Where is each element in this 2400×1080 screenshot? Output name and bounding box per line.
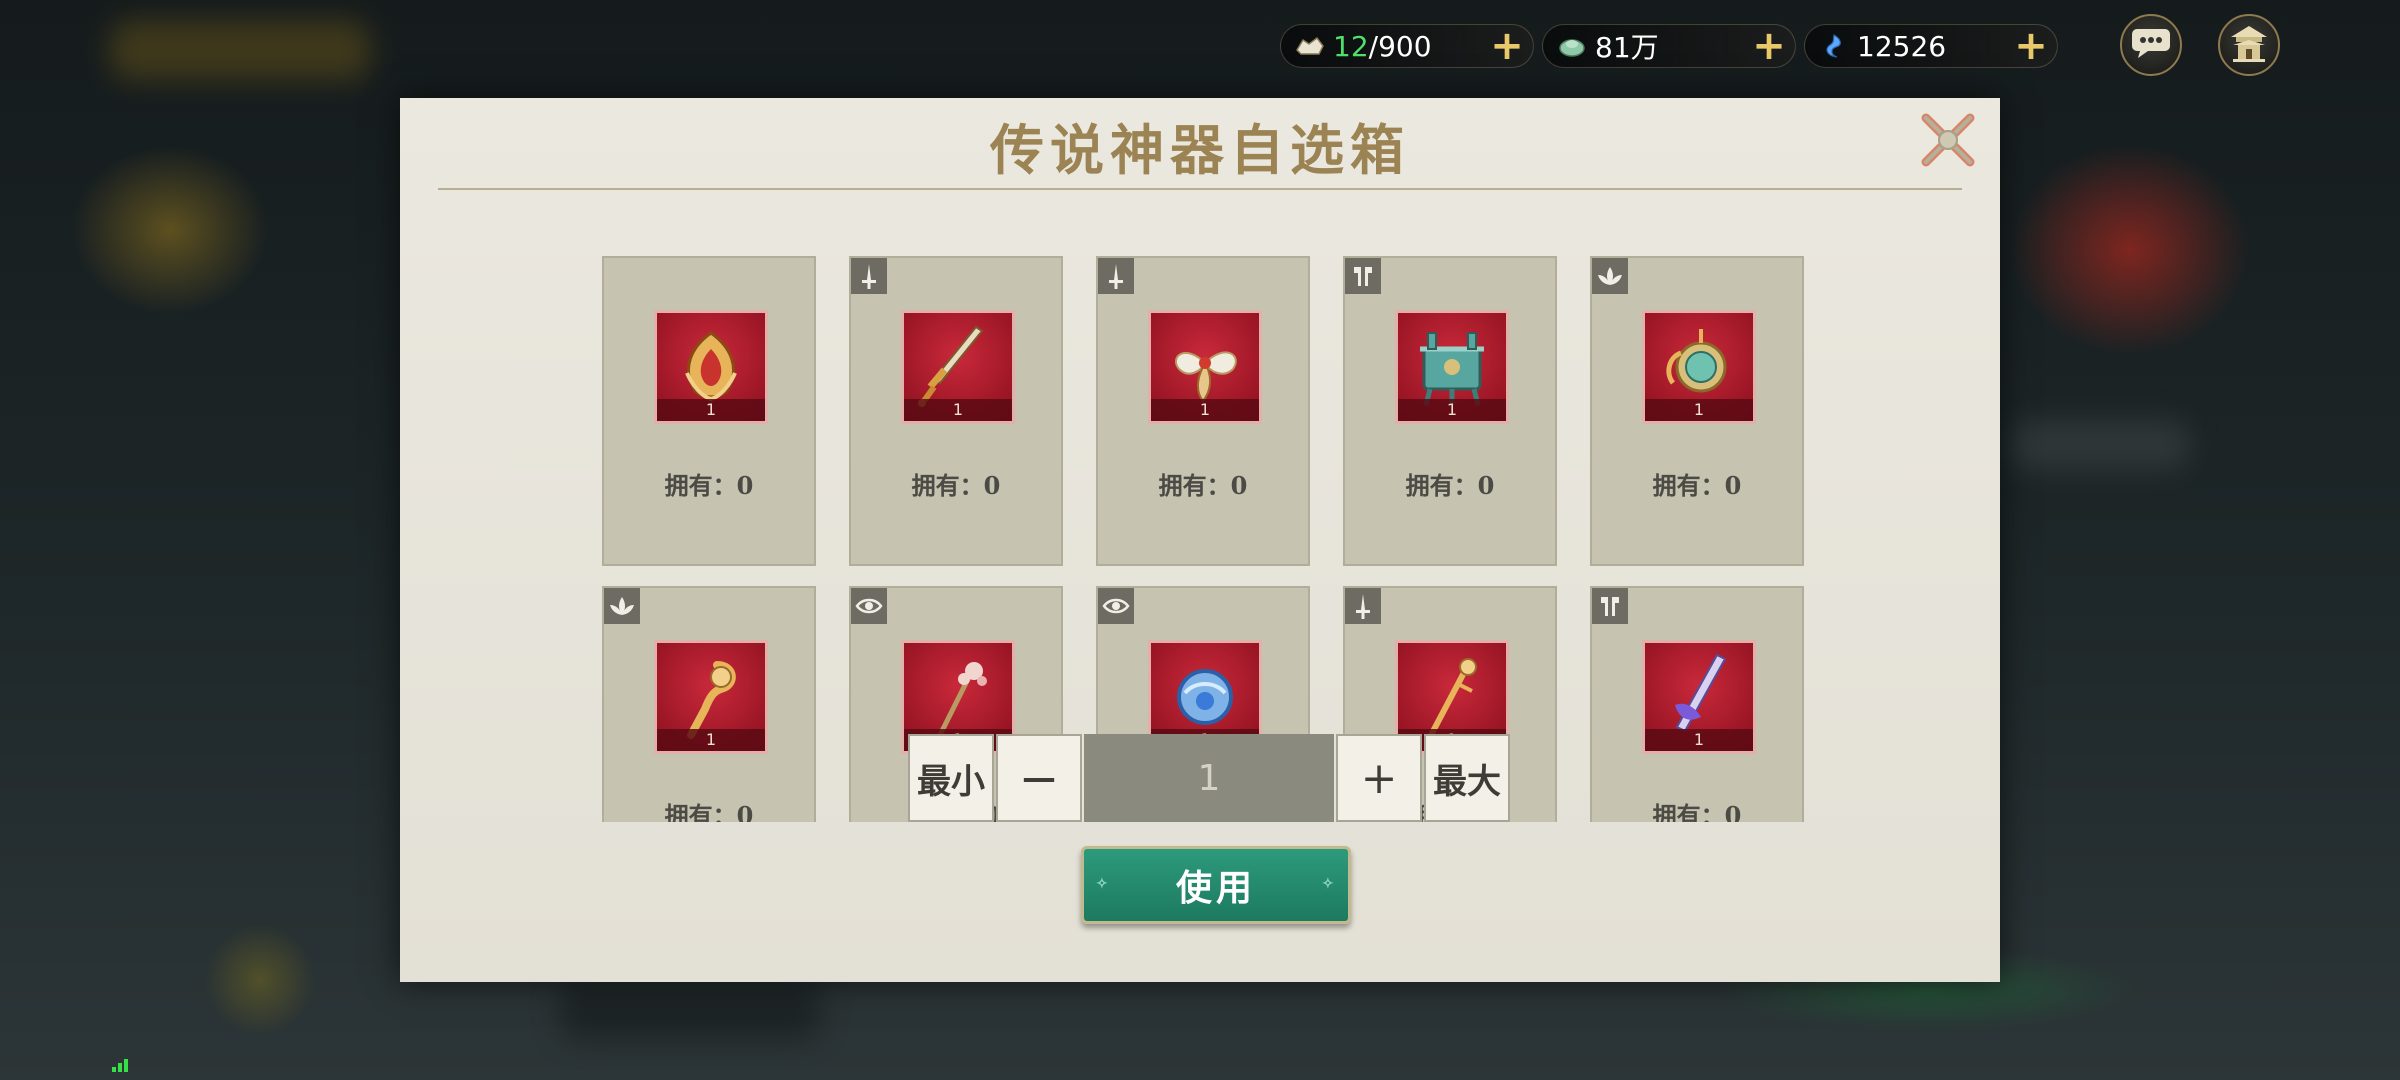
owned-value: 0 bbox=[983, 471, 1001, 500]
owned-value: 0 bbox=[1724, 471, 1742, 500]
eye-type-icon bbox=[1098, 588, 1134, 624]
item-quantity: 1 bbox=[1645, 729, 1753, 751]
artifact-card[interactable]: 1 拥有：0 bbox=[1343, 256, 1557, 566]
item-quantity: 1 bbox=[1398, 399, 1506, 421]
add-spirit-stone-button[interactable]: + bbox=[2011, 26, 2051, 66]
ornament-icon: ✧ bbox=[1322, 876, 1338, 892]
owned-value: 0 bbox=[1724, 801, 1742, 822]
spirit-stone-value: 12526 bbox=[1857, 29, 1947, 63]
spirit-stone-counter: 12526 + bbox=[1804, 24, 2058, 68]
artifact-item[interactable]: 1 bbox=[1642, 310, 1756, 424]
owned-count: 拥有：0 bbox=[604, 466, 814, 501]
owned-value: 0 bbox=[1230, 471, 1248, 500]
owned-label: 拥有： bbox=[664, 471, 737, 500]
artifact-card[interactable]: 1 拥有：0 bbox=[1590, 586, 1804, 822]
artifact-card[interactable]: 1 拥有：0 bbox=[1590, 256, 1804, 566]
spirit-stone-icon bbox=[1819, 31, 1849, 61]
artifact-card[interactable]: 1 拥有：0 bbox=[1096, 256, 1310, 566]
owned-label: 拥有： bbox=[911, 471, 984, 500]
title-divider bbox=[438, 188, 1962, 190]
owned-label: 拥有： bbox=[1405, 471, 1478, 500]
close-icon bbox=[1920, 112, 1976, 172]
ornament-icon: ✧ bbox=[1096, 876, 1112, 892]
legendary-artifact-chest-dialog: 传说神器自选箱 1 拥有：0 1 拥有：0 1 拥有：0 1 拥有：0 1 拥有… bbox=[400, 98, 2000, 982]
artifact-card[interactable]: 1 拥有：0 bbox=[602, 256, 816, 566]
sword-type-icon bbox=[1345, 588, 1381, 624]
artifact-card[interactable]: 1 拥有：0 bbox=[602, 586, 816, 822]
stamina-current: 12 bbox=[1333, 29, 1369, 63]
owned-count: 拥有：0 bbox=[1592, 466, 1802, 501]
close-button[interactable] bbox=[1920, 112, 1976, 172]
jade-icon bbox=[1557, 31, 1587, 61]
lotus-type-icon bbox=[1592, 258, 1628, 294]
chat-button[interactable] bbox=[2120, 14, 2182, 76]
armor-type-icon bbox=[1345, 258, 1381, 294]
quantity-input[interactable]: 1 bbox=[1084, 734, 1334, 822]
owned-value: 0 bbox=[736, 801, 754, 822]
artifact-item[interactable]: 1 bbox=[901, 310, 1015, 424]
min-button[interactable]: 最小 bbox=[908, 734, 994, 822]
add-stamina-button[interactable]: + bbox=[1487, 26, 1527, 66]
owned-label: 拥有： bbox=[1652, 471, 1725, 500]
sect-hall-button[interactable] bbox=[2218, 14, 2280, 76]
jade-counter: 81万 + bbox=[1542, 24, 1796, 68]
stamina-max: /900 bbox=[1368, 29, 1432, 63]
use-button[interactable]: ✧ 使用 ✧ bbox=[1081, 846, 1351, 924]
pavilion-icon bbox=[2227, 23, 2271, 67]
artifact-item[interactable]: 1 bbox=[1395, 310, 1509, 424]
owned-label: 拥有： bbox=[664, 801, 737, 822]
item-quantity: 1 bbox=[1645, 399, 1753, 421]
artifact-item[interactable]: 1 bbox=[1642, 640, 1756, 754]
sword-type-icon bbox=[1098, 258, 1134, 294]
chat-icon bbox=[2130, 26, 2172, 64]
quantity-stepper: 最小 — 1 + 最大 bbox=[908, 734, 1512, 824]
sword-type-icon bbox=[851, 258, 887, 294]
owned-value: 0 bbox=[736, 471, 754, 500]
artifact-item[interactable]: 1 bbox=[1148, 310, 1262, 424]
owned-count: 拥有：0 bbox=[851, 466, 1061, 501]
background-blur bbox=[560, 980, 820, 1040]
lotus-type-icon bbox=[604, 588, 640, 624]
artifact-card[interactable]: 1 拥有：0 bbox=[849, 256, 1063, 566]
item-quantity: 1 bbox=[904, 399, 1012, 421]
jade-value: 81万 bbox=[1595, 31, 1659, 64]
item-quantity: 1 bbox=[1151, 399, 1259, 421]
add-jade-button[interactable]: + bbox=[1749, 26, 1789, 66]
background-blur bbox=[2010, 420, 2190, 470]
increment-button[interactable]: + bbox=[1336, 734, 1422, 822]
owned-count: 拥有：0 bbox=[1345, 466, 1555, 501]
dialog-title: 传说神器自选箱 bbox=[990, 118, 1410, 182]
item-quantity: 1 bbox=[657, 399, 765, 421]
background-blur bbox=[110, 20, 370, 80]
max-button[interactable]: 最大 bbox=[1424, 734, 1510, 822]
stamina-counter: 12/900 + bbox=[1280, 24, 1534, 68]
artifact-item[interactable]: 1 bbox=[654, 640, 768, 754]
owned-label: 拥有： bbox=[1158, 471, 1231, 500]
owned-value: 0 bbox=[1477, 471, 1495, 500]
stamina-icon bbox=[1295, 31, 1325, 61]
owned-count: 拥有：0 bbox=[604, 796, 814, 822]
owned-count: 拥有：0 bbox=[1098, 466, 1308, 501]
artifact-item[interactable]: 1 bbox=[654, 310, 768, 424]
armor-type-icon bbox=[1592, 588, 1628, 624]
decrement-button[interactable]: — bbox=[996, 734, 1082, 822]
use-button-label: 使用 bbox=[1175, 867, 1256, 909]
owned-label: 拥有： bbox=[1652, 801, 1725, 822]
owned-count: 拥有：0 bbox=[1592, 796, 1802, 822]
eye-type-icon bbox=[851, 588, 887, 624]
signal-icon bbox=[112, 1058, 130, 1072]
item-quantity: 1 bbox=[657, 729, 765, 751]
